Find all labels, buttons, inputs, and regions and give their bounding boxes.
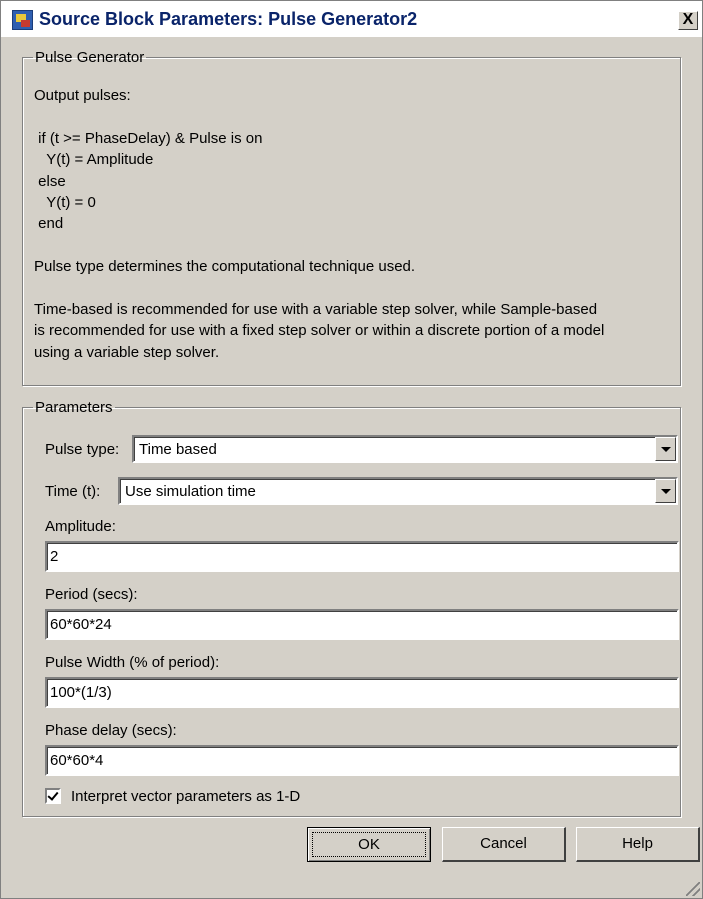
title-bar[interactable]: Source Block Parameters: Pulse Generator…: [1, 1, 702, 37]
block-description: Output pulses: if (t >= PhaseDelay) & Pu…: [34, 87, 605, 361]
parameters-group-title: Parameters: [35, 399, 113, 416]
resize-grip-icon[interactable]: [686, 882, 700, 896]
time-select[interactable]: Use simulation time: [118, 477, 678, 505]
time-value: Use simulation time: [125, 483, 256, 500]
pulse-width-field[interactable]: 100*(1/3): [45, 677, 679, 708]
chevron-down-icon[interactable]: [655, 437, 676, 461]
close-button[interactable]: X: [678, 11, 698, 30]
close-icon: X: [682, 11, 694, 28]
cancel-button[interactable]: Cancel: [442, 827, 566, 862]
amplitude-label: Amplitude:: [45, 518, 116, 535]
window-title: Source Block Parameters: Pulse Generator…: [39, 9, 418, 29]
interpret-vector-label[interactable]: Interpret vector parameters as 1-D: [71, 788, 300, 805]
period-field[interactable]: 60*60*24: [45, 609, 679, 640]
dialog-window: Source Block Parameters: Pulse Generator…: [0, 0, 703, 899]
phase-delay-label: Phase delay (secs):: [45, 722, 177, 739]
help-button[interactable]: Help: [576, 827, 700, 862]
pulse-type-label: Pulse type:: [45, 441, 120, 458]
ok-button[interactable]: OK: [307, 827, 431, 862]
simulink-block-icon: [12, 10, 33, 30]
phase-delay-field[interactable]: 60*60*4: [45, 745, 679, 776]
ok-button-label: OK: [312, 832, 426, 857]
pulse-generator-group-title: Pulse Generator: [35, 49, 145, 66]
time-label: Time (t):: [45, 483, 101, 500]
period-label: Period (secs):: [45, 586, 138, 603]
pulse-type-value: Time based: [139, 441, 217, 458]
interpret-vector-checkbox[interactable]: [45, 788, 61, 804]
amplitude-field[interactable]: 2: [45, 541, 679, 572]
pulse-type-select[interactable]: Time based: [132, 435, 678, 463]
pulse-width-label: Pulse Width (% of period):: [45, 654, 220, 671]
chevron-down-icon[interactable]: [655, 479, 676, 503]
